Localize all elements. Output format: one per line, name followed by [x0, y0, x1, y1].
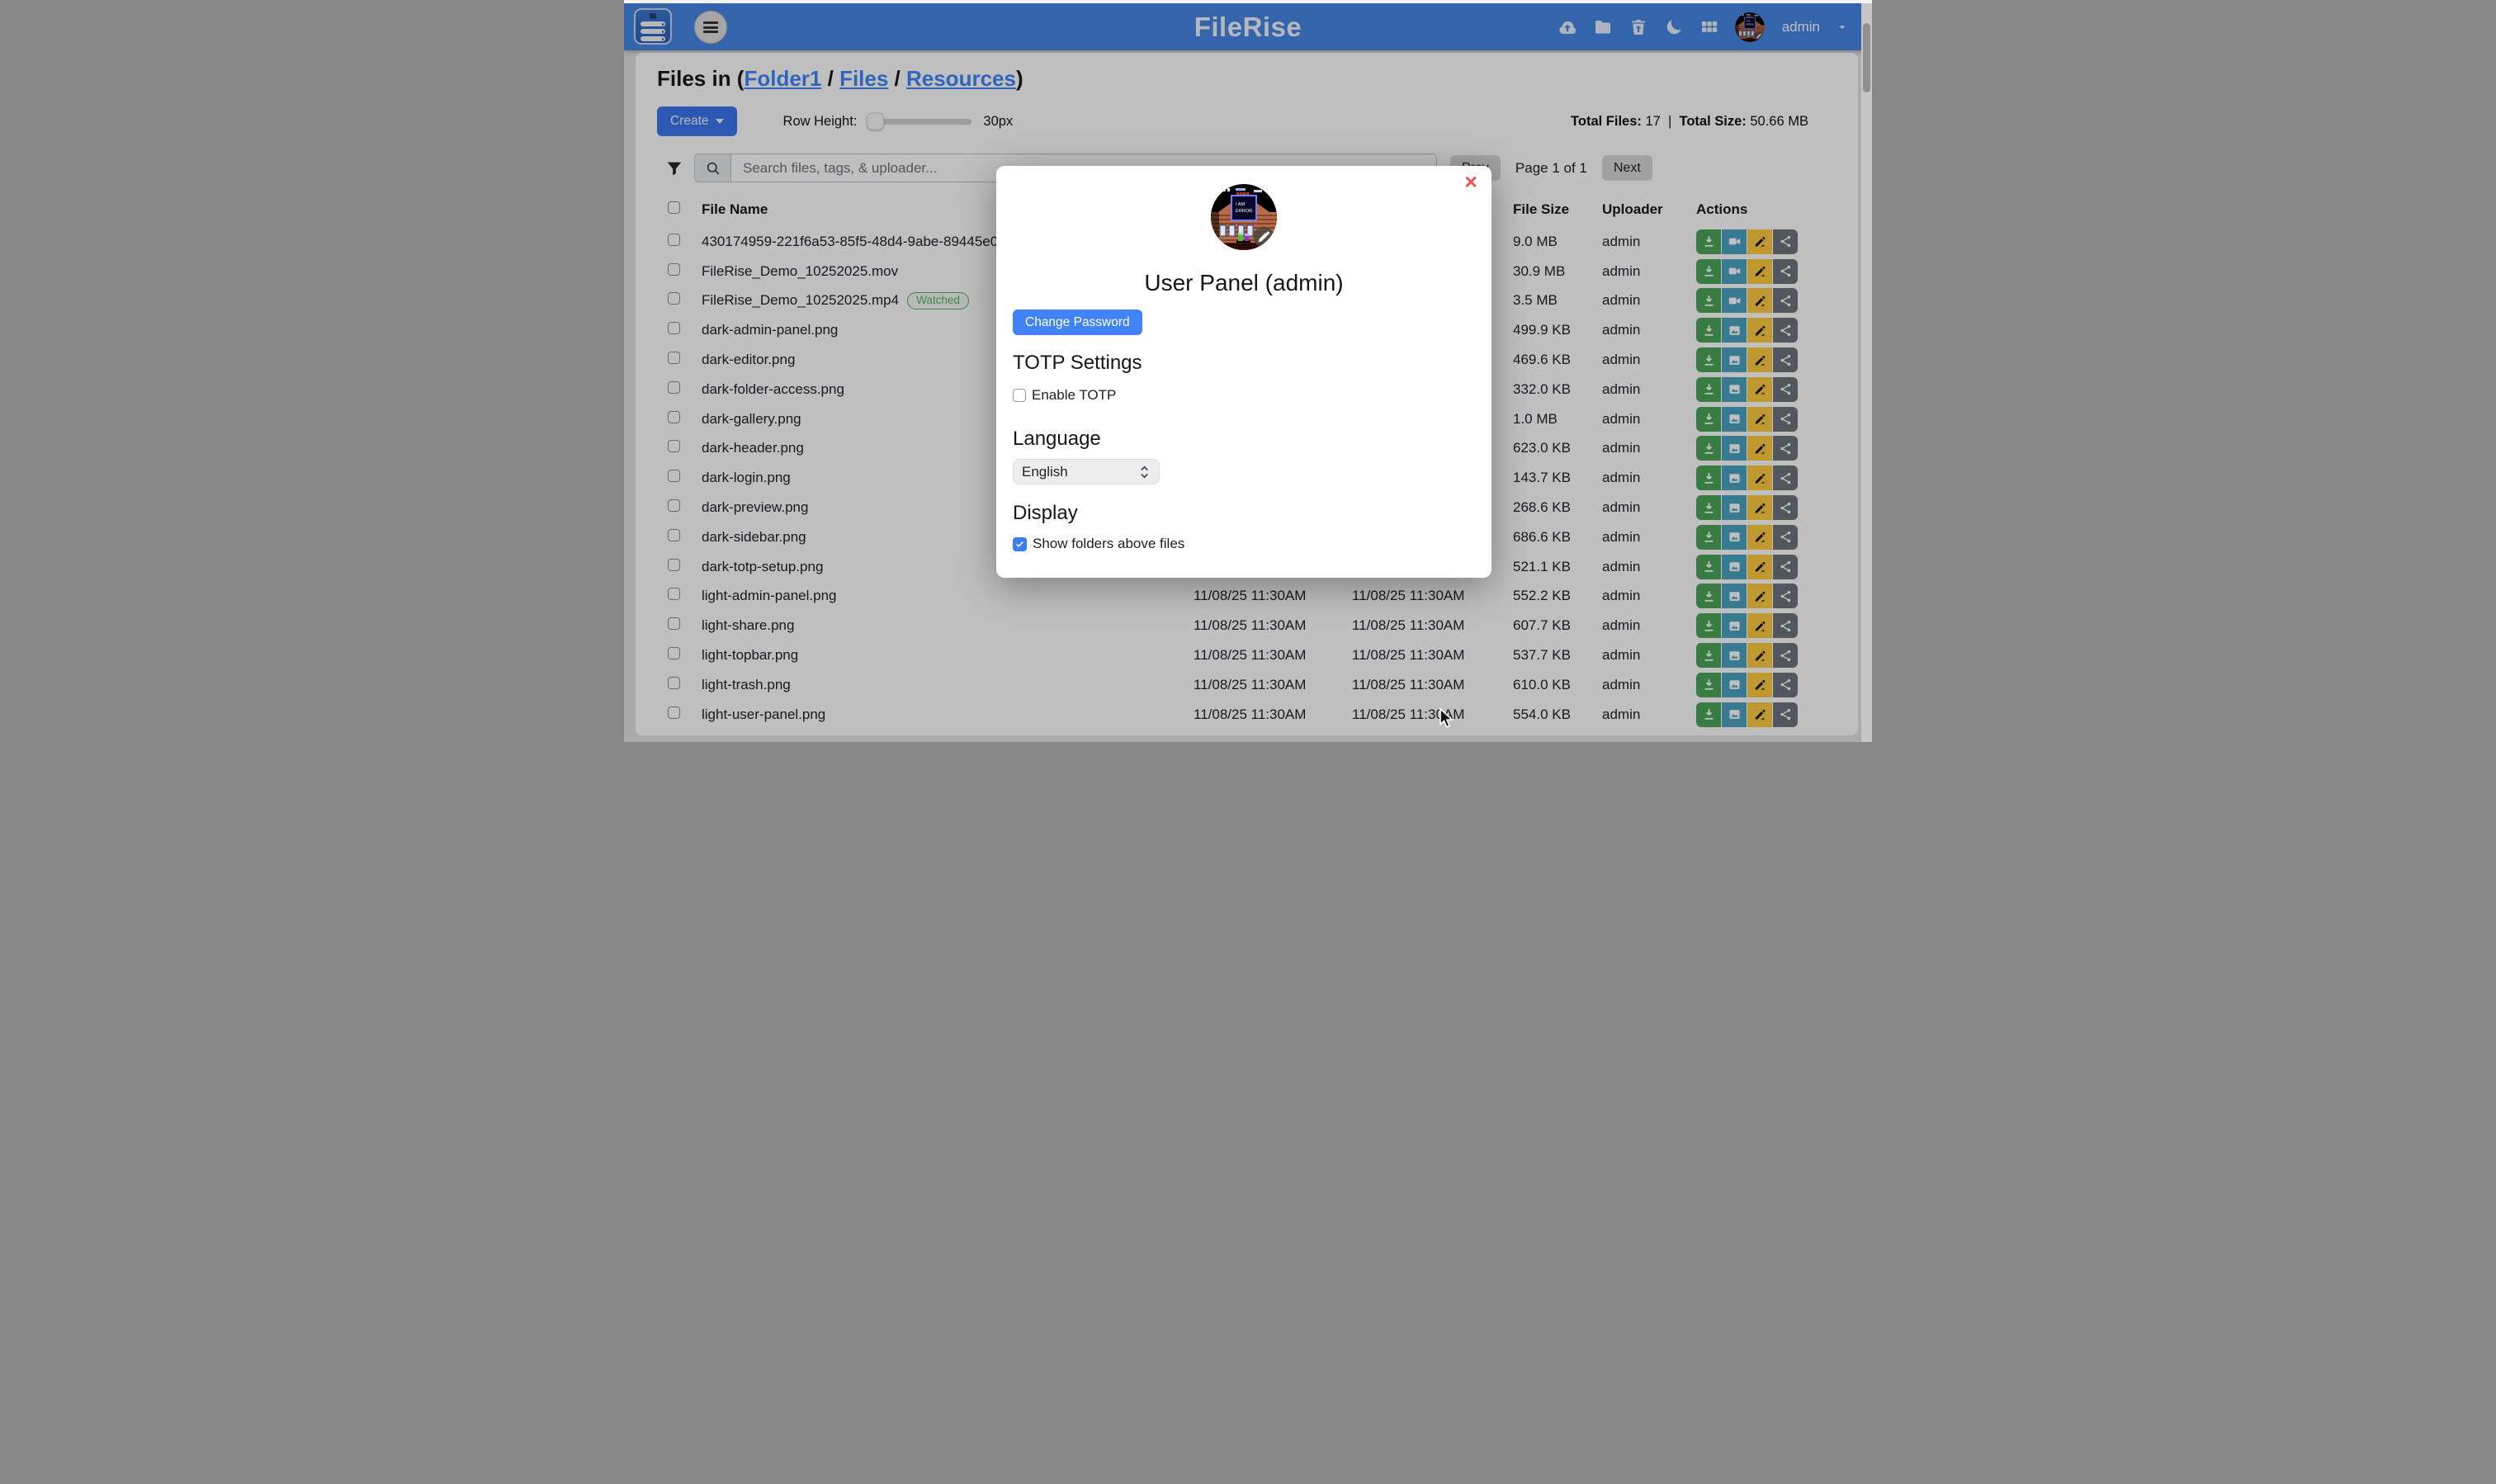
change-password-button[interactable]: Change Password: [1013, 310, 1142, 335]
show-folders-label: Show folders above files: [1033, 536, 1184, 552]
profile-avatar[interactable]: [1211, 184, 1277, 250]
totp-settings-heading: TOTP Settings: [1013, 352, 1475, 375]
select-stepper-icon: [1138, 464, 1151, 480]
window-chrome-strip: [624, 0, 1872, 3]
enable-totp-checkbox[interactable]: [1013, 389, 1026, 402]
language-value: English: [1022, 464, 1068, 480]
scrollbar-thumb[interactable]: [1863, 23, 1870, 92]
enable-totp-row: Enable TOTP: [1013, 387, 1475, 404]
show-folders-checkbox[interactable]: [1013, 537, 1027, 551]
language-heading: Language: [1013, 428, 1475, 451]
page-scrollbar[interactable]: [1861, 0, 1872, 742]
language-select[interactable]: English: [1013, 459, 1160, 484]
show-folders-row: Show folders above files: [1013, 536, 1475, 552]
modal-title: User Panel (admin): [1013, 271, 1475, 295]
display-heading: Display: [1013, 502, 1475, 525]
user-panel-modal: ✕ User Panel (admin) Change Password TOT…: [996, 166, 1491, 578]
filerise-app: FileRise admin Files in (Folder1 / Files…: [624, 0, 1872, 742]
enable-totp-label: Enable TOTP: [1032, 387, 1116, 404]
close-icon[interactable]: ✕: [1463, 174, 1478, 191]
check-icon: [1015, 540, 1024, 549]
